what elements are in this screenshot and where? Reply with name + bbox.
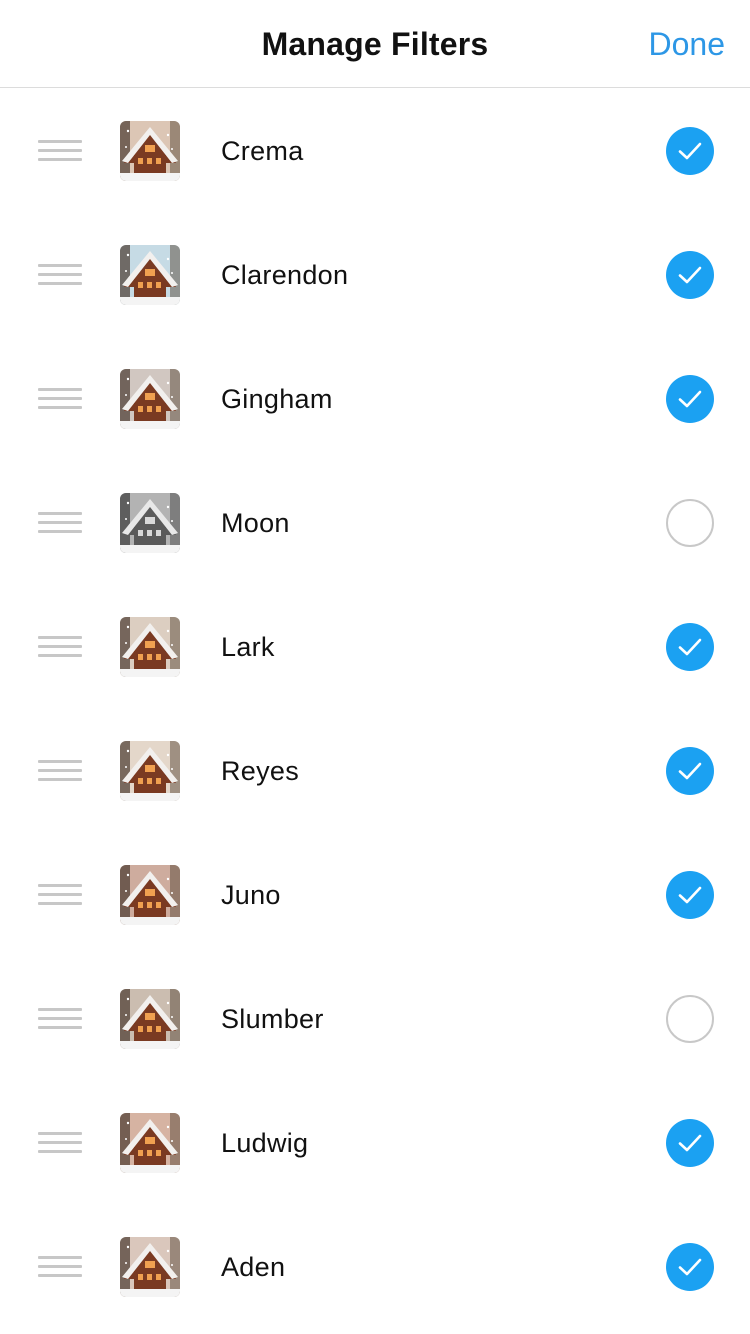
checkmark-circle-icon[interactable] [666, 127, 714, 175]
drag-handle-icon[interactable] [38, 760, 82, 782]
filter-preview-thumbnail [120, 741, 180, 801]
filter-name: Gingham [221, 384, 333, 414]
filter-row-reyes[interactable]: Reyes [0, 709, 750, 833]
drag-handle-icon[interactable] [38, 884, 82, 906]
filter-row-lark[interactable]: Lark [0, 585, 750, 709]
done-button[interactable]: Done [649, 0, 726, 88]
filter-preview-thumbnail [120, 1237, 180, 1297]
filter-preview-thumbnail [120, 493, 180, 553]
filter-row-aden[interactable]: Aden [0, 1205, 750, 1329]
empty-circle-icon[interactable] [666, 499, 714, 547]
checkmark-circle-icon[interactable] [666, 1243, 714, 1291]
filter-preview-thumbnail [120, 245, 180, 305]
filter-preview-thumbnail [120, 865, 180, 925]
drag-handle-icon[interactable] [38, 1008, 82, 1030]
filter-preview-thumbnail [120, 989, 180, 1049]
checkmark-circle-icon[interactable] [666, 623, 714, 671]
filter-name: Ludwig [221, 1128, 309, 1158]
drag-handle-icon[interactable] [38, 388, 82, 410]
filter-preview-thumbnail [120, 369, 180, 429]
drag-handle-icon[interactable] [38, 1132, 82, 1154]
filter-row-juno[interactable]: Juno [0, 833, 750, 957]
filter-row-crema[interactable]: Crema [0, 89, 750, 213]
filter-name: Slumber [221, 1004, 324, 1034]
drag-handle-icon[interactable] [38, 512, 82, 534]
filter-preview-thumbnail [120, 617, 180, 677]
drag-handle-icon[interactable] [38, 264, 82, 286]
filter-name: Crema [221, 136, 304, 166]
filter-name: Lark [221, 632, 275, 662]
checkmark-circle-icon[interactable] [666, 1119, 714, 1167]
filter-row-clarendon[interactable]: Clarendon [0, 213, 750, 337]
drag-handle-icon[interactable] [38, 140, 82, 162]
checkmark-circle-icon[interactable] [666, 251, 714, 299]
filter-preview-thumbnail [120, 121, 180, 181]
filter-row-slumber[interactable]: Slumber [0, 957, 750, 1081]
filter-name: Juno [221, 880, 281, 910]
filter-name: Moon [221, 508, 290, 538]
filter-name: Clarendon [221, 260, 349, 290]
checkmark-circle-icon[interactable] [666, 747, 714, 795]
filter-name: Reyes [221, 756, 300, 786]
empty-circle-icon[interactable] [666, 995, 714, 1043]
filter-preview-thumbnail [120, 1113, 180, 1173]
manage-filters-screen: Manage Filters Done Crema Clarendon Gingha… [0, 0, 750, 1334]
checkmark-circle-icon[interactable] [666, 871, 714, 919]
drag-handle-icon[interactable] [38, 1256, 82, 1278]
filter-row-moon[interactable]: Moon [0, 461, 750, 585]
drag-handle-icon[interactable] [38, 636, 82, 658]
navigation-bar: Manage Filters Done [0, 0, 750, 88]
filter-list: Crema Clarendon Gingham Moon Lark Reyes Juno Sl… [0, 89, 750, 1329]
filter-row-ludwig[interactable]: Ludwig [0, 1081, 750, 1205]
checkmark-circle-icon[interactable] [666, 375, 714, 423]
filter-name: Aden [221, 1252, 286, 1282]
page-title: Manage Filters [261, 26, 489, 62]
filter-row-gingham[interactable]: Gingham [0, 337, 750, 461]
